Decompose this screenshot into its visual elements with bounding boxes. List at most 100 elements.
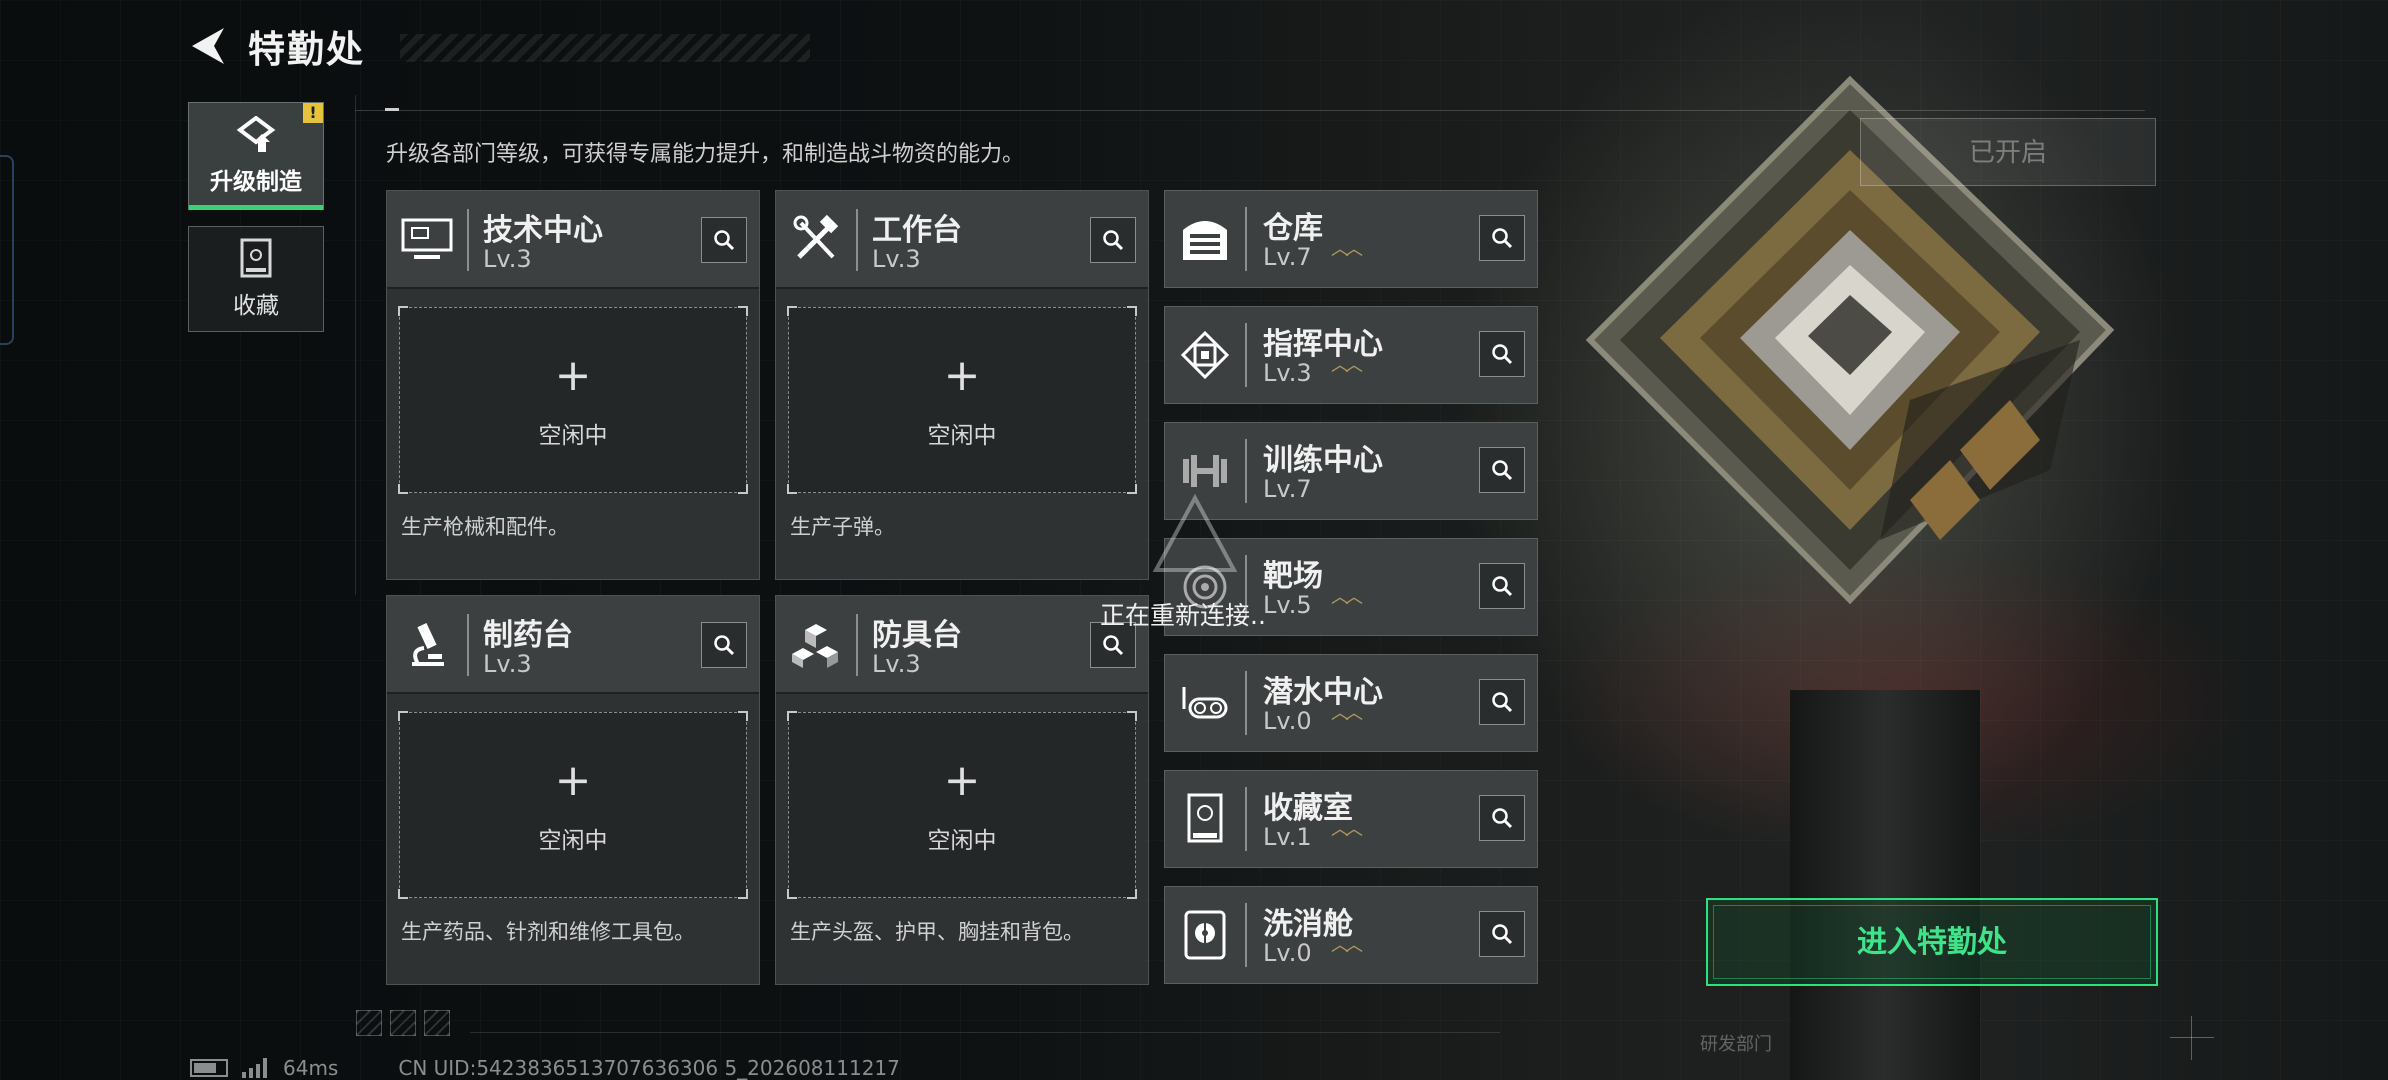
magnifier-icon <box>1103 230 1124 251</box>
upgrade-arrows-icon: ︿︿ <box>1331 819 1363 840</box>
magnifier-icon <box>1492 924 1513 945</box>
facility-level: Lv.7 <box>1263 243 1312 271</box>
inspect-button[interactable] <box>1479 447 1525 493</box>
user-uid: CN UID:5423836513707636306 5_20260811121… <box>398 1056 900 1080</box>
tools-icon <box>786 213 846 267</box>
studio-label: 研发部门 <box>1700 1034 1772 1055</box>
production-slot[interactable]: + 空闲中 <box>787 306 1137 494</box>
display-case-icon <box>1175 791 1235 847</box>
magnifier-icon <box>1492 460 1513 481</box>
station-name: 工作台 <box>872 213 962 248</box>
page-description: 升级各部门等级，可获得专属能力提升，和制造战斗物资的能力。 <box>386 142 1025 167</box>
upgrade-arrows-icon: ︿︿ <box>1331 935 1363 956</box>
station-name: 技术中心 <box>483 213 603 248</box>
facility-level: Lv.5 <box>1263 591 1312 619</box>
add-icon: + <box>943 350 981 401</box>
station-header: 工作台 Lv.3 <box>776 191 1148 289</box>
station-pharmacy[interactable]: 制药台 Lv.3 + 空闲中 生产药品、针剂和维修工具包。 <box>386 595 760 985</box>
notification-badge: ! <box>303 103 323 123</box>
enter-special-ops-button[interactable]: 进入特勤处 <box>1706 898 2158 986</box>
add-icon: + <box>554 350 592 401</box>
command-chip-icon <box>1175 327 1235 383</box>
magnifier-icon <box>1492 228 1513 249</box>
microscope-icon <box>397 618 457 672</box>
crosshair-icon <box>2170 1016 2214 1060</box>
slot-status: 空闲中 <box>927 828 997 854</box>
cube-pillar <box>1790 690 1980 1080</box>
station-name: 防具台 <box>872 618 962 653</box>
facility-name: 靶场 <box>1263 559 1323 594</box>
inspect-button[interactable] <box>1479 563 1525 609</box>
collection-case-icon <box>240 238 272 278</box>
back-button[interactable] <box>188 26 228 66</box>
inspect-button[interactable] <box>701 622 747 668</box>
add-icon: + <box>943 755 981 806</box>
magnifier-icon <box>1492 344 1513 365</box>
station-workbench[interactable]: 工作台 Lv.3 + 空闲中 生产子弹。 <box>775 190 1149 580</box>
edge-handle[interactable] <box>0 155 14 345</box>
upgrade-arrows-icon: ︿︿ <box>1331 587 1363 608</box>
facility-name: 训练中心 <box>1263 443 1383 478</box>
magnifier-icon <box>1492 692 1513 713</box>
active-indicator <box>189 205 323 210</box>
decorative-squares <box>356 1010 450 1036</box>
add-icon: + <box>554 755 592 806</box>
inspect-button[interactable] <box>701 217 747 263</box>
upgrade-icon <box>236 116 276 152</box>
page-title: 特勤处 <box>248 28 365 71</box>
warehouse-icon <box>1175 211 1235 267</box>
station-header: 技术中心 Lv.3 <box>387 191 759 289</box>
slot-status: 空闲中 <box>538 423 608 449</box>
loading-triangle-icon <box>1152 493 1238 572</box>
upgrade-arrows-icon: ︿︿ <box>1331 703 1363 724</box>
magnifier-icon <box>714 635 735 656</box>
facility-collection-room[interactable]: 收藏室 Lv.1 ︿︿ <box>1164 770 1538 868</box>
station-description: 生产子弹。 <box>790 515 895 539</box>
status-bar: 64ms CN UID:5423836513707636306 5_202608… <box>190 1056 900 1080</box>
inspect-button[interactable] <box>1479 215 1525 261</box>
production-slot[interactable]: + 空闲中 <box>398 306 748 494</box>
bottom-divider <box>470 1032 1500 1033</box>
magnifier-icon <box>714 230 735 251</box>
header-stripes <box>400 34 810 62</box>
slot-status: 空闲中 <box>927 423 997 449</box>
facility-level: Lv.7 <box>1263 475 1312 503</box>
facility-diving-center[interactable]: 潜水中心 Lv.0 ︿︿ <box>1164 654 1538 752</box>
station-level: Lv.3 <box>872 650 921 678</box>
station-description: 生产头盔、护甲、胸挂和背包。 <box>790 920 1084 944</box>
tab-collection[interactable]: 收藏 <box>188 226 324 332</box>
magnifier-icon <box>1492 576 1513 597</box>
upgrade-arrows-icon: ︿︿ <box>1331 355 1363 376</box>
station-level: Lv.3 <box>483 245 532 273</box>
page-header: 特勤处 <box>188 26 810 71</box>
facility-decontamination[interactable]: 洗消舱 Lv.0 ︿︿ <box>1164 886 1538 984</box>
inspect-button[interactable] <box>1479 331 1525 377</box>
production-slot[interactable]: + 空闲中 <box>398 711 748 899</box>
back-arrow-icon <box>192 28 224 64</box>
inspect-button[interactable] <box>1479 679 1525 725</box>
magnifier-icon <box>1103 635 1124 656</box>
inspect-button[interactable] <box>1090 217 1136 263</box>
station-header: 防具台 Lv.3 <box>776 596 1148 694</box>
station-level: Lv.3 <box>483 650 532 678</box>
production-slot[interactable]: + 空闲中 <box>787 711 1137 899</box>
station-description: 生产药品、针剂和维修工具包。 <box>401 920 695 944</box>
facility-command-center[interactable]: 指挥中心 Lv.3 ︿︿ <box>1164 306 1538 404</box>
inspect-button[interactable] <box>1479 795 1525 841</box>
facility-name: 仓库 <box>1263 211 1323 246</box>
armor-blocks-icon <box>786 618 846 672</box>
station-armor-bench[interactable]: 防具台 Lv.3 + 空闲中 生产头盔、护甲、胸挂和背包。 <box>775 595 1149 985</box>
reconnecting-message: 正在重新连接.. <box>1100 601 1266 630</box>
upgrade-arrows-icon: ︿︿ <box>1331 239 1363 260</box>
facility-warehouse[interactable]: 仓库 Lv.7 ︿︿ <box>1164 190 1538 288</box>
station-tech-center[interactable]: 技术中心 Lv.3 + 空闲中 生产枪械和配件。 <box>386 190 760 580</box>
station-header: 制药台 Lv.3 <box>387 596 759 694</box>
computer-icon <box>397 213 457 267</box>
slot-status: 空闲中 <box>538 828 608 854</box>
station-name: 制药台 <box>483 618 573 653</box>
ping-readout: 64ms <box>283 1056 339 1080</box>
magnifier-icon <box>1492 808 1513 829</box>
inspect-button[interactable] <box>1479 911 1525 957</box>
radiation-icon <box>1175 907 1235 963</box>
tab-upgrade-craft[interactable]: ! 升级制造 <box>188 102 324 210</box>
